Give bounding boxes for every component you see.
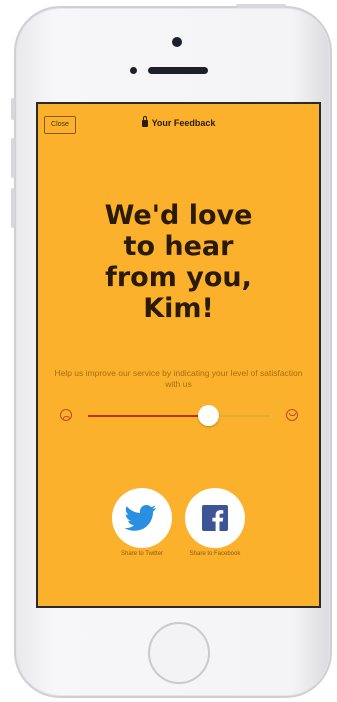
share-twitter-label: Share to Twitter [121, 551, 163, 557]
share-facebook-label: Share to Facebook [189, 551, 241, 557]
happy-face-icon [286, 409, 298, 421]
screen-title-label: Your Feedback [151, 118, 216, 128]
satisfaction-slider[interactable] [60, 405, 298, 428]
slider-track[interactable] [88, 405, 270, 426]
home-button[interactable] [148, 622, 210, 684]
help-text: Help us improve our service by indicatin… [54, 368, 303, 389]
front-camera [172, 37, 182, 47]
headline-line: from you, [105, 262, 252, 293]
lock-icon [141, 116, 148, 127]
headline-line: Kim! [143, 293, 214, 324]
volume-down-button [11, 188, 15, 228]
volume-up-button [11, 138, 15, 178]
twitter-icon [124, 505, 157, 531]
proximity-sensor [130, 67, 137, 74]
share-twitter-button[interactable] [112, 488, 172, 548]
headline-line: to hear [123, 231, 234, 262]
slider-fill [88, 415, 209, 417]
sad-face-icon [60, 409, 72, 421]
share-facebook-button[interactable] [185, 488, 245, 548]
headline-line: We'd love [104, 200, 253, 231]
mute-switch [11, 98, 15, 120]
feedback-screen: Close Your Feedback We'd love to hear fr… [36, 102, 321, 608]
headline: We'd love to hear from you, Kim! [38, 200, 319, 324]
facebook-icon [202, 505, 228, 531]
slider-thumb[interactable] [198, 405, 220, 426]
power-button [236, 4, 286, 8]
earpiece-speaker [148, 67, 208, 74]
screen-title: Your Feedback [38, 116, 319, 128]
